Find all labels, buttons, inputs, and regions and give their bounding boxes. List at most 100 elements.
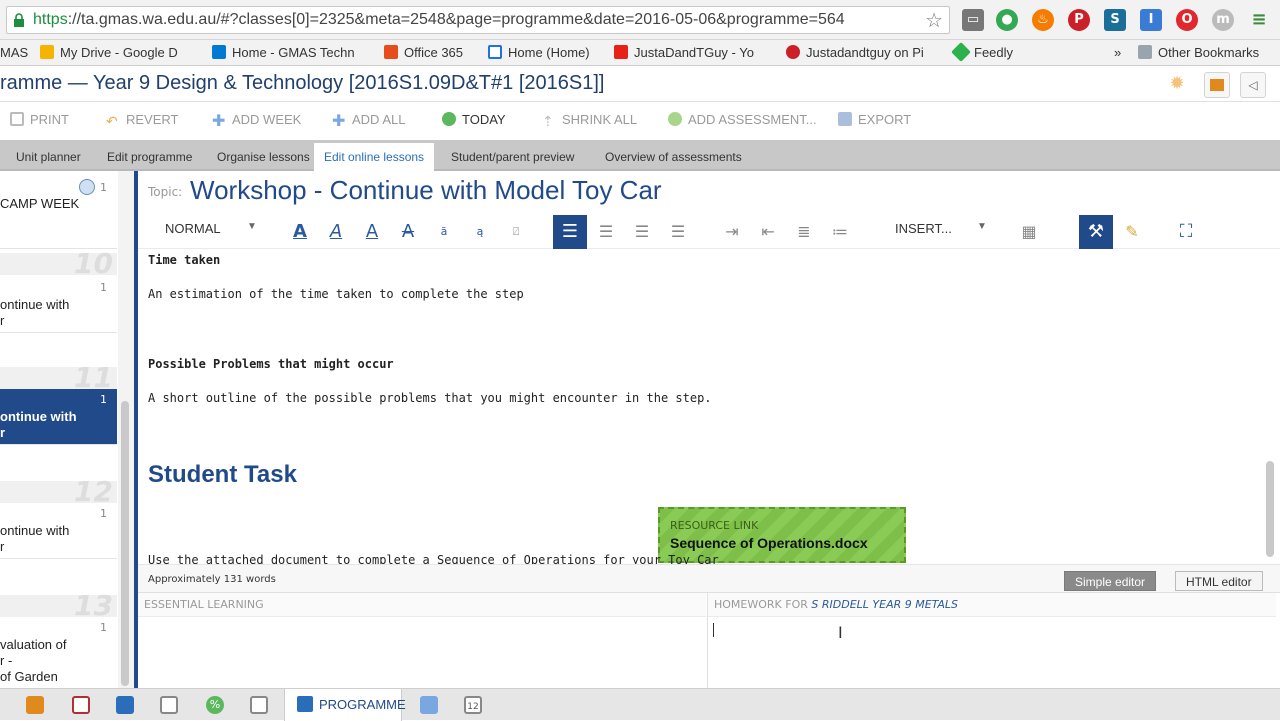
tab-overview-of-assessments[interactable]: Overview of assessments: [605, 150, 742, 164]
add-week-icon: ✚: [212, 113, 226, 130]
briefcase-icon[interactable]: [1204, 72, 1230, 98]
strikethrough-icon[interactable]: A: [391, 215, 425, 249]
bold-icon[interactable]: A: [283, 215, 317, 249]
image-ext-icon[interactable]: I: [1140, 9, 1162, 31]
align-justify-icon[interactable]: ☰: [661, 215, 695, 249]
bottom-app-bar: % PROGRAMME 12: [0, 688, 1280, 721]
bookmark-7[interactable]: Feedly: [951, 42, 1013, 62]
problems-text: A short outline of the possible problems…: [148, 391, 712, 405]
simple-editor-button[interactable]: Simple editor: [1064, 571, 1157, 591]
special-char-icon[interactable]: ⍁: [499, 215, 533, 249]
settings-sun-icon[interactable]: ✹: [1164, 72, 1190, 98]
bookmark-3[interactable]: Office 365: [384, 44, 463, 62]
html-editor-button[interactable]: HTML editor: [1175, 571, 1263, 591]
calendar-icon[interactable]: 12: [464, 696, 482, 714]
editor-content[interactable]: Time taken An estimation of the time tak…: [138, 249, 1268, 564]
tab-organise-lessons[interactable]: Organise lessons: [217, 150, 310, 164]
superscript-icon[interactable]: ā: [427, 215, 461, 249]
list-icon[interactable]: [250, 696, 268, 714]
lesson-item[interactable]: 1 ontinue with r: [0, 275, 117, 333]
chevron-down-icon: ▼: [977, 221, 987, 232]
chat-icon[interactable]: [160, 696, 178, 714]
essential-learning-header: ESSENTIAL LEARNING: [138, 593, 706, 617]
revert-button[interactable]: ↶ REVERT: [106, 112, 179, 128]
cast-icon[interactable]: ▭: [962, 9, 984, 31]
outdent-icon[interactable]: ⇤: [751, 215, 785, 249]
add-all-button[interactable]: ✚ ADD ALL: [332, 112, 405, 130]
tools-icon[interactable]: ⚒: [1079, 215, 1113, 249]
opera-ext-icon[interactable]: O: [1176, 9, 1198, 31]
programme-tab[interactable]: PROGRAMME: [284, 689, 406, 721]
tab-unit-planner[interactable]: Unit planner: [16, 150, 81, 164]
lesson-item[interactable]: 1 ontinue with r: [0, 503, 117, 559]
editor-status-bar: Approximately 131 words Simple editor HT…: [138, 564, 1280, 592]
underline-icon[interactable]: A: [355, 215, 389, 249]
globe-icon: [79, 179, 95, 195]
paragraph-style-select[interactable]: NORMAL ▼: [165, 221, 257, 236]
tab-edit-online-lessons[interactable]: Edit online lessons: [314, 143, 435, 172]
pinterest-ext-icon[interactable]: P: [1068, 9, 1090, 31]
add-assessment-button[interactable]: ADD ASSESSMENT...: [668, 112, 817, 127]
bookmark-4[interactable]: Home (Home): [488, 44, 590, 62]
resource-kind: RESOURCE LINK: [670, 519, 759, 532]
week-divider: 13: [0, 589, 117, 622]
add-week-button[interactable]: ✚ ADD WEEK: [212, 112, 301, 130]
bookmarks-overflow[interactable]: »: [1114, 44, 1121, 62]
bookmark-5[interactable]: JustaDandTGuy - Yo: [614, 44, 754, 62]
today-button[interactable]: TODAY: [442, 112, 506, 127]
table-icon[interactable]: ▦: [1012, 215, 1046, 249]
brush-icon[interactable]: ✎: [1115, 215, 1149, 249]
align-right-icon[interactable]: ☰: [625, 215, 659, 249]
align-center-icon[interactable]: ☰: [589, 215, 623, 249]
bookmark-6[interactable]: Justadandtguy on Pi: [786, 44, 924, 62]
profile-avatar[interactable]: m: [1212, 9, 1234, 31]
skype-ext-icon[interactable]: S: [1104, 9, 1126, 31]
tab-student-parent-preview[interactable]: Student/parent preview: [451, 150, 574, 164]
indent-icon[interactable]: ⇥: [715, 215, 749, 249]
bookmark-star-icon[interactable]: ☆: [925, 8, 943, 33]
week-divider: 10: [0, 247, 117, 280]
document-icon[interactable]: [116, 696, 134, 714]
align-left-icon[interactable]: ☰: [553, 215, 587, 249]
extension-fire-icon[interactable]: ♨: [1032, 9, 1054, 31]
export-button[interactable]: EXPORT: [838, 112, 911, 127]
office365-icon: [384, 45, 398, 59]
url-path: ://ta.gmas.wa.edu.au/#?classes[0]=2325&m…: [67, 11, 845, 28]
clipboard-icon[interactable]: [420, 696, 438, 714]
lesson-item[interactable]: 1 valuation of r - of Garden: [0, 617, 117, 688]
lesson-item-selected[interactable]: 1 ontinue with r: [0, 389, 117, 445]
lesson-item[interactable]: 1 CAMP WEEK: [0, 171, 117, 249]
folder-icon[interactable]: [26, 696, 44, 714]
subscript-icon[interactable]: ą: [463, 215, 497, 249]
insert-menu[interactable]: INSERT... ▼: [895, 221, 987, 236]
shrink-icon: ⇡: [542, 113, 554, 129]
italic-icon[interactable]: A: [319, 215, 353, 249]
essential-learning-field[interactable]: [138, 617, 706, 689]
tab-edit-programme[interactable]: Edit programme: [107, 150, 192, 164]
numbered-list-icon[interactable]: ≔: [823, 215, 857, 249]
bookmark-2[interactable]: Home - GMAS Techn: [212, 44, 355, 62]
menu-icon[interactable]: ≡: [1248, 9, 1270, 31]
time-text: An estimation of the time taken to compl…: [148, 287, 524, 301]
other-bookmarks[interactable]: Other Bookmarks: [1138, 44, 1259, 62]
editor-scrollbar-thumb[interactable]: [1266, 461, 1274, 557]
app-header: ramme — Year 9 Design & Technology [2016…: [0, 66, 1280, 102]
rich-text-toolbar: NORMAL ▼ A A A A ā ą ⍁ ☰ ☰ ☰ ☰ ⇥ ⇤ ≣ ≔ IN…: [138, 211, 1280, 249]
homework-field[interactable]: [708, 617, 1280, 689]
fullscreen-icon[interactable]: ⛶: [1169, 215, 1203, 249]
evernote-icon[interactable]: ●: [996, 9, 1018, 31]
page-title: ramme — Year 9 Design & Technology [2016…: [0, 72, 605, 94]
percent-icon[interactable]: %: [206, 696, 224, 714]
shrink-all-button[interactable]: ⇡ SHRINK ALL: [542, 112, 637, 128]
book-icon[interactable]: [72, 696, 90, 714]
collapse-icon[interactable]: ◁: [1240, 72, 1266, 98]
bookmark-0[interactable]: MAS: [0, 44, 28, 62]
topic-title[interactable]: Workshop - Continue with Model Toy Car: [190, 175, 662, 206]
print-button[interactable]: PRINT: [10, 112, 69, 127]
address-bar[interactable]: https://ta.gmas.wa.edu.au/#?classes[0]=2…: [6, 6, 950, 34]
sidebar-scrollbar-thumb[interactable]: [121, 401, 129, 686]
bookmarks-bar: MAS My Drive - Google D Home - GMAS Tech…: [0, 40, 1280, 66]
bullet-list-icon[interactable]: ≣: [787, 215, 821, 249]
bookmark-1[interactable]: My Drive - Google D: [40, 44, 178, 62]
lock-icon: [14, 13, 24, 27]
